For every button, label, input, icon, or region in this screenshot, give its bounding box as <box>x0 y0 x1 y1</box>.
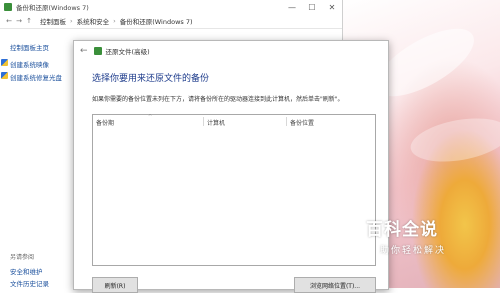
sidebar: 控制面板主页 创建系统映像 创建系统修复光盘 另请参阅 安全和维护 文件历史记录 <box>0 30 75 288</box>
watermark: 百科全说 助你轻松解决 <box>344 213 474 261</box>
dialog-heading: 选择你要用来还原文件的备份 <box>92 74 210 84</box>
sidebar-security-maintenance[interactable]: 安全和维护 <box>10 266 43 276</box>
column-divider[interactable] <box>286 117 287 126</box>
back-arrow-icon[interactable]: ← <box>80 46 88 56</box>
window-title: 备份和还原(Windows 7) <box>16 4 89 12</box>
watermark-subtitle: 助你轻松解决 <box>380 246 447 256</box>
see-also-heading: 另请参阅 <box>10 254 35 261</box>
maximize-button[interactable]: ☐ <box>302 0 322 14</box>
sidebar-create-repair-disc[interactable]: 创建系统修复光盘 <box>1 72 62 82</box>
restore-icon <box>93 47 102 55</box>
watermark-title: 百科全说 <box>366 220 438 240</box>
watermark-logo: 百科全说 助你轻松解决 <box>346 215 466 259</box>
forward-arrow-icon[interactable]: → <box>14 17 24 25</box>
breadcrumb-separator: › <box>113 17 116 25</box>
address-bar: ← → ↑ 控制面板 › 系统和安全 › 备份和还原(Windows 7) <box>0 14 342 29</box>
watermark-mark-icon <box>348 219 366 239</box>
breadcrumb-separator: › <box>70 17 73 25</box>
minimize-button[interactable]: — <box>282 0 302 14</box>
sidebar-file-history[interactable]: 文件历史记录 <box>10 278 49 288</box>
column-backup-period[interactable]: 备份期 <box>96 118 114 127</box>
sidebar-control-panel-home[interactable]: 控制面板主页 <box>10 42 49 52</box>
list-header: 备份期 ^ 计算机 备份位置 <box>93 114 375 127</box>
dialog-title: 还原文件(高级) <box>105 48 150 56</box>
column-computer[interactable]: 计算机 <box>207 118 225 127</box>
breadcrumb-backup-restore[interactable]: 备份和还原(Windows 7) <box>120 16 193 26</box>
up-arrow-icon[interactable]: ↑ <box>24 17 34 25</box>
breadcrumb-control-panel[interactable]: 控制面板 <box>40 16 66 26</box>
sort-caret-icon: ^ <box>148 114 153 120</box>
column-backup-location[interactable]: 备份位置 <box>290 118 314 127</box>
breadcrumb: 控制面板 › 系统和安全 › 备份和还原(Windows 7) <box>40 16 193 26</box>
column-divider[interactable] <box>203 117 204 126</box>
sidebar-create-system-image[interactable]: 创建系统映像 <box>1 59 49 69</box>
dialog-instruction: 如果你需要的备份位置未列在下方，请将备份所在的驱动器连接到此计算机，然后单击"刷… <box>92 96 344 103</box>
browse-network-button[interactable]: 浏览网络位置(T)... <box>294 277 376 293</box>
breadcrumb-system-security[interactable]: 系统和安全 <box>77 16 110 26</box>
restore-files-dialog: ← 还原文件(高级) 选择你要用来还原文件的备份 如果你需要的备份位置未列在下方… <box>73 40 389 293</box>
backup-app-icon <box>4 3 12 11</box>
dialog-header: ← 还原文件(高级) <box>74 41 388 61</box>
refresh-button[interactable]: 刷新(R) <box>92 277 138 293</box>
window-controls: — ☐ ✕ <box>282 0 342 14</box>
close-button[interactable]: ✕ <box>322 0 342 14</box>
back-arrow-icon[interactable]: ← <box>4 17 14 25</box>
backup-list[interactable]: 备份期 ^ 计算机 备份位置 <box>92 114 376 266</box>
